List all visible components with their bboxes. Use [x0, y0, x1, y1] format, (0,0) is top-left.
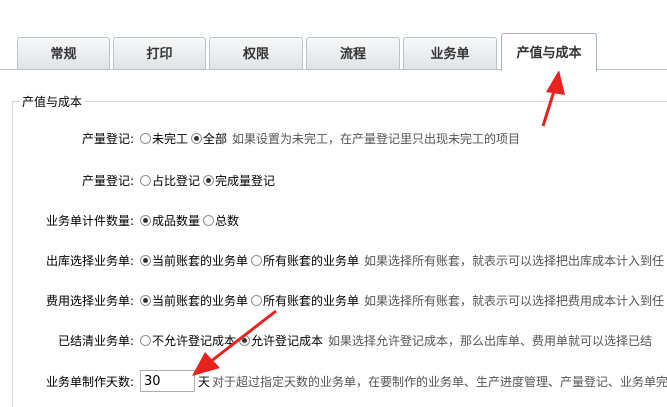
- tab-output-cost[interactable]: 产值与成本: [501, 33, 597, 71]
